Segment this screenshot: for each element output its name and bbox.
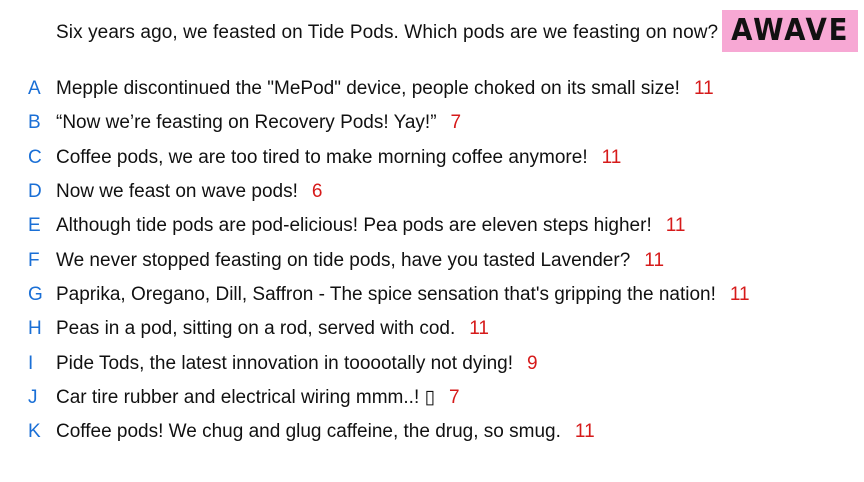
answer-score: 11: [665, 215, 686, 237]
answer-item-g[interactable]: G Paprika, Oregano, Dill, Saffron - The …: [0, 278, 864, 312]
answer-score: 11: [729, 283, 750, 305]
answer-item-a[interactable]: A Mepple discontinued the "MePod" device…: [0, 72, 864, 106]
answer-list: A Mepple discontinued the "MePod" device…: [0, 72, 864, 449]
answer-label: Although tide pods are pod-elicious! Pea…: [56, 215, 652, 237]
answer-text: We never stopped feasting on tide pods, …: [56, 250, 664, 272]
answer-text: Car tire rubber and electrical wiring mm…: [56, 386, 460, 409]
answer-text: Coffee pods! We chug and glug caffeine, …: [56, 421, 595, 443]
answer-letter: I: [28, 352, 34, 374]
answer-letter: B: [28, 112, 41, 134]
answer-score: 11: [601, 146, 622, 168]
answer-text: Coffee pods, we are too tired to make mo…: [56, 147, 621, 169]
answer-letter: G: [28, 283, 43, 305]
answer-label: Peas in a pod, sitting on a rod, served …: [56, 318, 456, 340]
answer-label: Pide Tods, the latest innovation in tooo…: [56, 352, 514, 374]
answer-letter: C: [28, 146, 42, 168]
answer-letter: F: [28, 249, 40, 271]
answer-label: We never stopped feasting on tide pods, …: [56, 249, 631, 271]
answer-text: “Now we’re feasting on Recovery Pods! Ya…: [56, 112, 461, 134]
answer-item-j[interactable]: J Car tire rubber and electrical wiring …: [0, 381, 864, 415]
answer-label: Paprika, Oregano, Dill, Saffron - The sp…: [56, 283, 716, 305]
answer-text: Although tide pods are pod-elicious! Pea…: [56, 215, 685, 237]
answer-item-c[interactable]: C Coffee pods, we are too tired to make …: [0, 141, 864, 175]
answer-item-b[interactable]: B “Now we’re feasting on Recovery Pods! …: [0, 106, 864, 140]
answer-item-f[interactable]: F We never stopped feasting on tide pods…: [0, 243, 864, 277]
answer-item-h[interactable]: H Peas in a pod, sitting on a rod, serve…: [0, 312, 864, 346]
answer-letter: K: [28, 421, 41, 443]
answer-item-k[interactable]: K Coffee pods! We chug and glug caffeine…: [0, 415, 864, 449]
answer-text: Paprika, Oregano, Dill, Saffron - The sp…: [56, 284, 750, 306]
answer-item-e[interactable]: E Although tide pods are pod-elicious! P…: [0, 209, 864, 243]
answer-score: 7: [448, 387, 460, 409]
answer-letter: E: [28, 215, 41, 237]
answer-letter: J: [28, 386, 38, 408]
answer-score: 11: [574, 421, 595, 443]
answer-text: Pide Tods, the latest innovation in tooo…: [56, 353, 538, 375]
question-text: Six years ago, we feasted on Tide Pods. …: [56, 22, 719, 43]
answer-letter: A: [28, 78, 41, 100]
answer-label: Coffee pods! We chug and glug caffeine, …: [56, 421, 561, 443]
answer-score: 7: [450, 112, 462, 134]
answer-label: “Now we’re feasting on Recovery Pods! Ya…: [56, 112, 437, 134]
answer-score: 11: [644, 249, 665, 271]
answer-score: 11: [693, 78, 714, 100]
answer-score: 9: [527, 352, 538, 374]
answer-score: 6: [311, 181, 323, 203]
answer-text: Peas in a pod, sitting on a rod, served …: [56, 318, 489, 340]
answer-text: Now we feast on wave pods! 6: [56, 181, 322, 203]
answer-item-i[interactable]: I Pide Tods, the latest innovation in to…: [0, 346, 864, 380]
awave-logo: AWAVE: [722, 10, 858, 52]
answer-label: Mepple discontinued the "MePod" device, …: [56, 78, 680, 100]
logo-text: AWAVE: [730, 13, 850, 48]
answer-item-d[interactable]: D Now we feast on wave pods! 6: [0, 175, 864, 209]
answer-letter: D: [28, 181, 42, 203]
answer-text: Mepple discontinued the "MePod" device, …: [56, 78, 714, 100]
answer-label: Coffee pods, we are too tired to make mo…: [56, 146, 588, 168]
answer-label: Now we feast on wave pods!: [56, 181, 298, 203]
answer-score: 11: [469, 318, 489, 340]
answer-label: Car tire rubber and electrical wiring mm…: [56, 387, 435, 409]
answer-letter: H: [28, 318, 42, 340]
